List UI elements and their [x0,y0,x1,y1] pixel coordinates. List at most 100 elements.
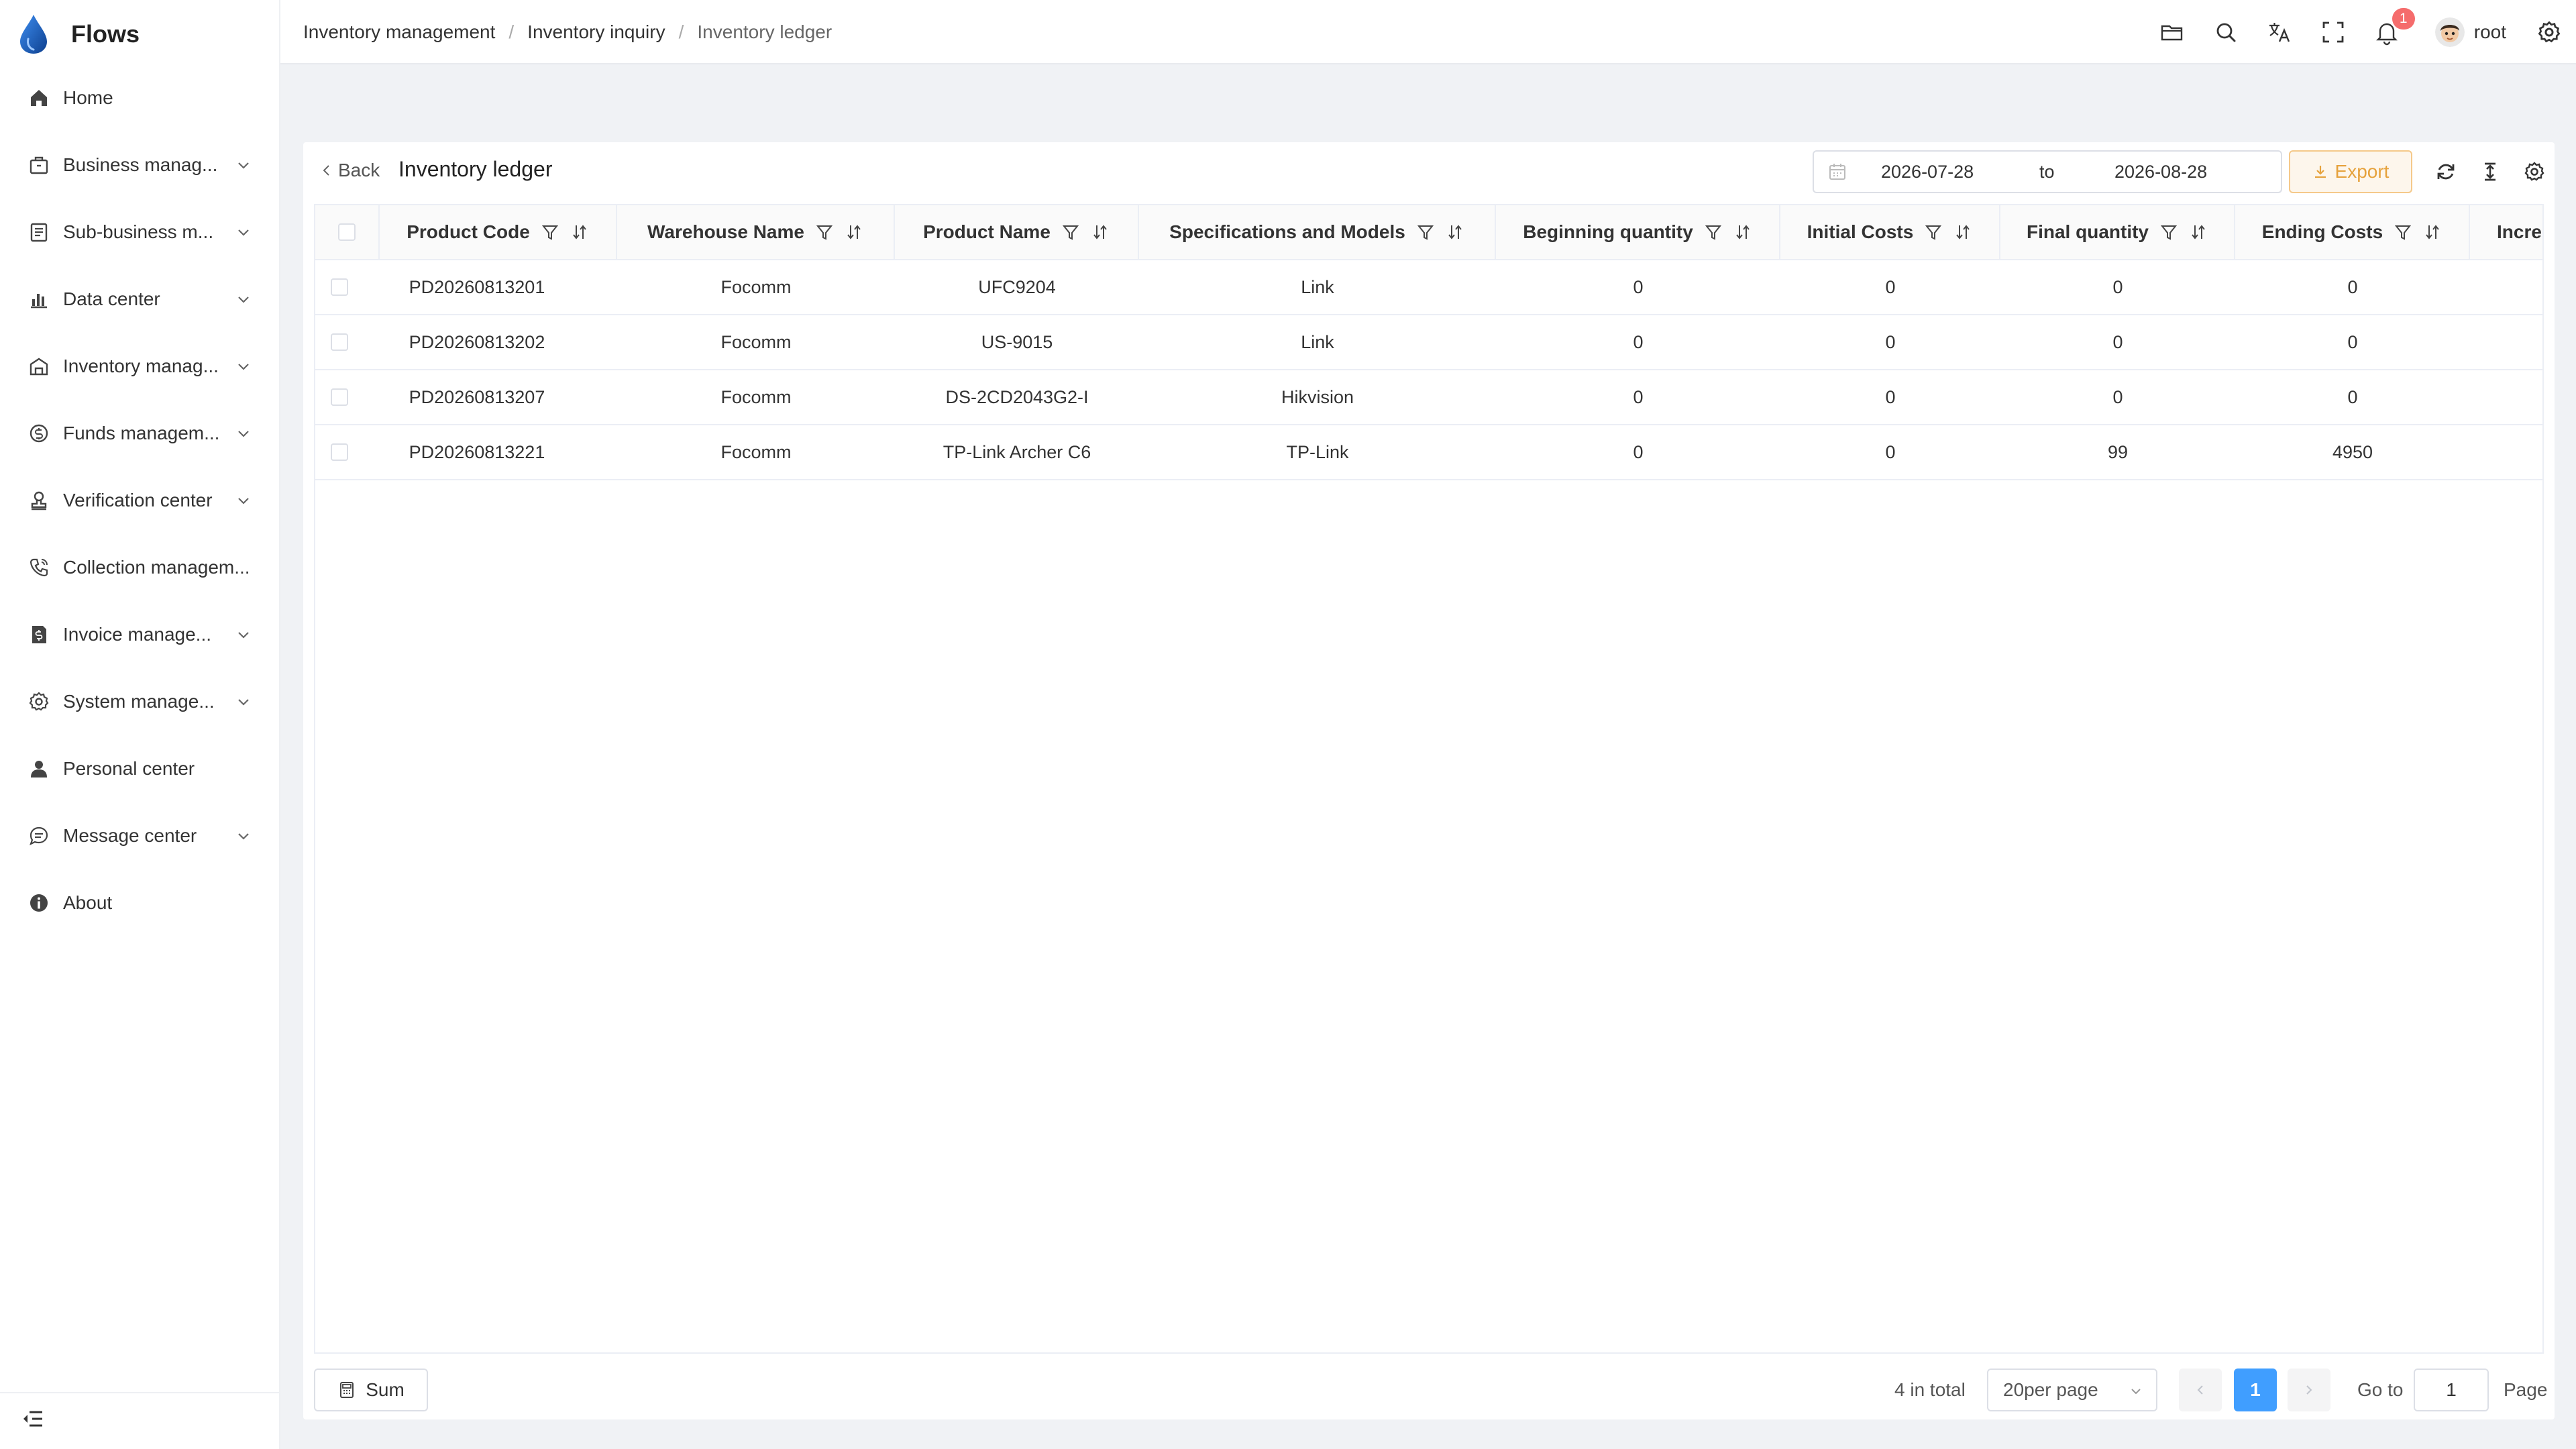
page-title: Inventory ledger [398,157,553,181]
row-checkbox[interactable] [331,443,348,461]
filter-icon[interactable] [1704,223,1723,241]
back-label: Back [338,160,380,180]
search-icon[interactable] [2212,19,2239,46]
cell-specifications: Link [1301,331,1334,352]
sidebar-item-invoice-management[interactable]: Invoice manage... [0,601,279,668]
notification-button[interactable]: 1 [2373,8,2415,46]
back-button[interactable]: Back [319,160,380,181]
sidebar-item-business-management[interactable]: Business manag... [0,131,279,199]
gear-icon [29,692,49,711]
coin-icon [30,424,48,443]
page-size-select[interactable]: 20per page [1987,1368,2157,1411]
page-number-button[interactable]: 1 [2234,1368,2277,1411]
row-checkbox[interactable] [331,388,348,406]
col-warehouse-name[interactable]: Warehouse Name [617,205,895,259]
sort-icon[interactable] [570,223,589,241]
filter-icon[interactable] [2394,223,2412,241]
table-row[interactable]: PD20260813207 Focomm DS-2CD2043G2-I Hikv… [315,370,2542,425]
sidebar-item-about[interactable]: About [0,869,279,936]
refresh-icon[interactable] [2435,161,2457,182]
sidebar-item-home[interactable]: Home [0,64,279,131]
filter-icon[interactable] [1924,223,1943,241]
breadcrumb: Inventory management / Inventory inquiry… [303,0,832,64]
col-ending-costs[interactable]: Ending Costs [2235,205,2470,259]
cell-final-quantity: 0 [2112,331,2123,352]
table-settings-icon[interactable] [2524,161,2545,182]
chevron-down-icon [238,162,249,169]
sort-icon[interactable] [1446,223,1464,241]
breadcrumb-item-inventory-inquiry[interactable]: Inventory inquiry [527,21,665,43]
sidebar-item-funds-management[interactable]: Funds managem... [0,400,279,467]
cell-beginning-quantity: 0 [1633,331,1644,352]
sidebar-item-message-center[interactable]: Message center [0,802,279,869]
table-row[interactable]: PD20260813201 Focomm UFC9204 Link 0 0 0 … [315,260,2542,315]
ledger-table: Product Code Warehouse Name Product Name… [314,204,2544,1354]
header-toolbar: 1 root [2132,0,2576,64]
row-checkbox[interactable] [331,333,348,351]
goto-label: Go to [2357,1379,2404,1400]
sort-icon[interactable] [2189,223,2208,241]
export-button[interactable]: Export [2289,150,2412,193]
sidebar-item-inventory-management[interactable]: Inventory manag... [0,333,279,400]
sidebar-menu: Home Business manag... Sub-business m...… [0,64,279,936]
chevron-down-icon [238,498,249,504]
chevron-down-icon [2131,1389,2141,1395]
folder-icon[interactable] [2159,19,2186,46]
sum-button[interactable]: Sum [314,1368,428,1411]
filter-icon[interactable] [541,223,559,241]
cell-product-name: UFC9204 [978,276,1056,297]
col-increase-truncated[interactable]: Incre [2470,205,2542,259]
col-initial-costs[interactable]: Initial Costs [1780,205,2000,259]
sidebar-item-sub-business[interactable]: Sub-business m... [0,199,279,266]
table-row[interactable]: PD20260813221 Focomm TP-Link Archer C6 T… [315,425,2542,480]
prev-page-button[interactable] [2179,1368,2222,1411]
col-product-code[interactable]: Product Code [380,205,617,259]
col-product-name[interactable]: Product Name [895,205,1139,259]
date-range-picker[interactable]: 2026-07-28 to 2026-08-28 [1813,150,2282,193]
chevron-down-icon [238,229,249,236]
notification-badge: 1 [2392,8,2415,30]
sort-icon[interactable] [1953,223,1972,241]
filter-icon[interactable] [1061,223,1080,241]
table-row[interactable]: PD20260813202 Focomm US-9015 Link 0 0 0 … [315,315,2542,370]
stamp-icon [31,491,47,511]
col-specifications-models[interactable]: Specifications and Models [1139,205,1496,259]
date-start-input[interactable]: 2026-07-28 [1881,162,1974,182]
cell-warehouse-name: Focomm [720,441,792,462]
date-end-input[interactable]: 2026-08-28 [2114,162,2207,182]
sidebar-item-collection-management[interactable]: Collection managem... [0,534,279,601]
row-select-cell [315,425,364,479]
sidebar-item-verification-center[interactable]: Verification center [0,467,279,534]
app-logo[interactable]: Flows [16,12,140,56]
filter-icon[interactable] [815,223,834,241]
breadcrumb-item-inventory-management[interactable]: Inventory management [303,21,495,43]
sort-icon[interactable] [1733,223,1752,241]
column-header-label: Warehouse Name [647,221,804,242]
goto-page-input[interactable] [2414,1368,2489,1411]
sidebar-item-system-management[interactable]: System manage... [0,668,279,735]
cell-product-name: DS-2CD2043G2-I [945,386,1089,407]
sidebar-item-personal-center[interactable]: Personal center [0,735,279,802]
filter-icon[interactable] [2159,223,2178,241]
calculator-icon [340,1382,354,1398]
sort-icon[interactable] [1091,223,1110,241]
collapse-sidebar-icon[interactable] [21,1407,44,1430]
col-beginning-quantity[interactable]: Beginning quantity [1496,205,1780,259]
translate-icon[interactable] [2266,19,2293,46]
select-all-checkbox[interactable] [338,223,356,241]
row-checkbox[interactable] [331,278,348,296]
sort-icon[interactable] [845,223,863,241]
next-page-button[interactable] [2288,1368,2330,1411]
home-icon [31,90,47,106]
col-final-quantity[interactable]: Final quantity [2000,205,2235,259]
column-height-icon[interactable] [2479,161,2501,182]
settings-gear-icon[interactable] [2537,20,2561,44]
filter-icon[interactable] [1416,223,1435,241]
chevron-down-icon [238,833,249,840]
cell-ending-costs: 4950 [2332,441,2373,462]
sidebar-item-data-center[interactable]: Data center [0,266,279,333]
fullscreen-icon[interactable] [2320,19,2347,46]
user-menu[interactable]: root [2434,17,2506,47]
sort-icon[interactable] [2423,223,2442,241]
cell-product-name: TP-Link Archer C6 [943,441,1091,462]
